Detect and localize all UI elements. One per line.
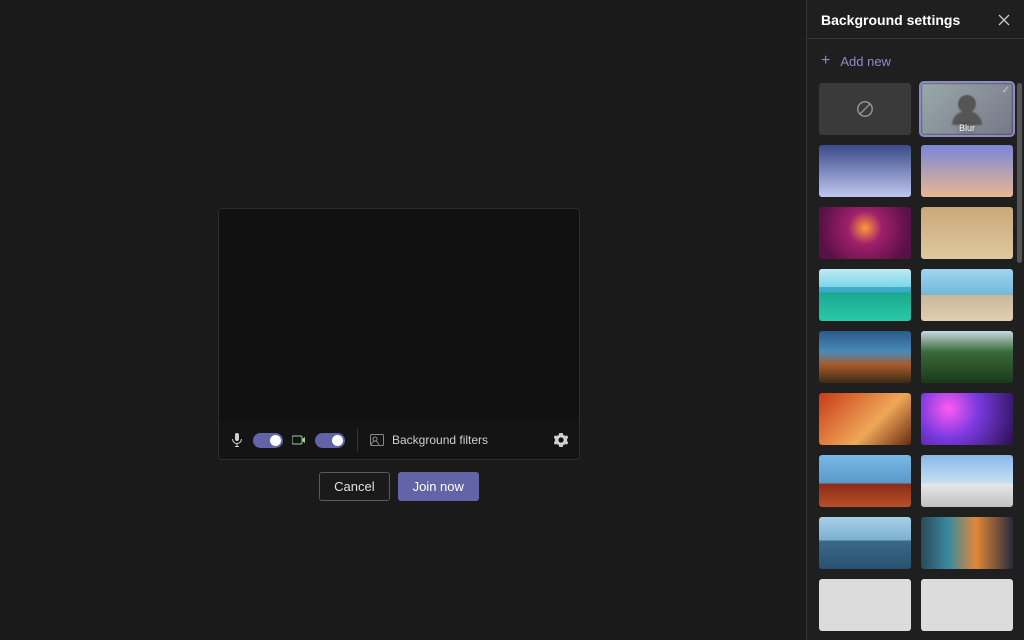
controls-divider: [357, 429, 358, 451]
panel-scrollbar[interactable]: [1017, 83, 1022, 263]
panel-title: Background settings: [821, 12, 960, 28]
join-button-row: Cancel Join now: [218, 472, 580, 501]
bg-filters-icon: [370, 434, 384, 446]
check-icon: ✓: [1002, 85, 1010, 96]
add-new-background-button[interactable]: + Add new: [819, 53, 1012, 69]
bg-option-image[interactable]: [819, 331, 911, 383]
bg-option-image[interactable]: [819, 269, 911, 321]
join-now-button[interactable]: Join now: [398, 472, 479, 501]
background-grid: ✓ Blur: [819, 83, 1012, 631]
bg-option-image[interactable]: [921, 331, 1013, 383]
close-icon: [998, 14, 1010, 26]
camera-preview-card: Background filters: [218, 208, 580, 460]
pre-join-main-area: Background filters Cancel Join now: [0, 0, 806, 640]
cancel-button[interactable]: Cancel: [319, 472, 389, 501]
mic-icon: [229, 432, 245, 448]
panel-body: + Add new ✓ Blur: [807, 39, 1024, 640]
bg-option-image[interactable]: [921, 455, 1013, 507]
add-new-label: Add new: [840, 54, 891, 69]
bg-filters-button[interactable]: Background filters: [392, 433, 488, 447]
bg-option-none[interactable]: [819, 83, 911, 135]
bg-option-image[interactable]: [819, 579, 911, 631]
bg-option-label: Blur: [921, 123, 1013, 135]
bg-option-image[interactable]: [921, 207, 1013, 259]
panel-header: Background settings: [807, 0, 1024, 39]
bg-option-image[interactable]: [819, 455, 911, 507]
av-controls-bar: Background filters: [219, 421, 579, 459]
mic-toggle[interactable]: [253, 433, 283, 448]
bg-option-image[interactable]: [921, 579, 1013, 631]
background-settings-panel: Background settings + Add new ✓ Blur: [806, 0, 1024, 640]
prohibit-icon: [856, 100, 874, 118]
gear-icon: [554, 433, 568, 447]
plus-icon: +: [821, 53, 830, 69]
camera-preview: [219, 209, 579, 421]
device-settings-button[interactable]: [553, 432, 569, 448]
bg-option-image[interactable]: [819, 207, 911, 259]
bg-option-image[interactable]: [921, 517, 1013, 569]
camera-icon: [291, 432, 307, 448]
bg-option-image[interactable]: [819, 145, 911, 197]
bg-option-image[interactable]: [819, 393, 911, 445]
close-panel-button[interactable]: [998, 14, 1010, 26]
bg-option-image[interactable]: [921, 145, 1013, 197]
camera-toggle[interactable]: [315, 433, 345, 448]
bg-option-image[interactable]: [819, 517, 911, 569]
bg-option-blur[interactable]: ✓ Blur: [921, 83, 1013, 135]
bg-option-image[interactable]: [921, 393, 1013, 445]
bg-option-image[interactable]: [921, 269, 1013, 321]
